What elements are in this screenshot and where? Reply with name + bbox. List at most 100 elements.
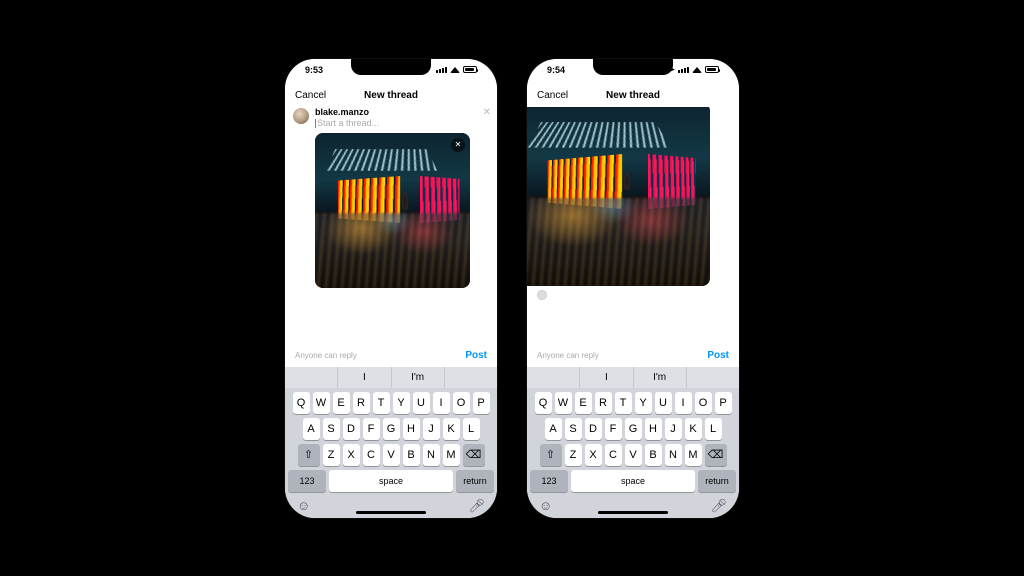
composer-area: blake.manzo Start a thread... ✕ ✕ Anyone bbox=[285, 107, 497, 367]
shift-key[interactable]: ⇧ bbox=[540, 444, 562, 466]
backspace-key[interactable]: ⌫ bbox=[705, 444, 727, 466]
key[interactable]: T bbox=[373, 392, 390, 414]
key[interactable]: X bbox=[585, 444, 602, 466]
key[interactable]: G bbox=[383, 418, 400, 440]
key[interactable]: A bbox=[303, 418, 320, 440]
notch bbox=[593, 59, 673, 75]
key[interactable]: O bbox=[453, 392, 470, 414]
key[interactable]: V bbox=[625, 444, 642, 466]
reply-setting[interactable]: Anyone can reply bbox=[295, 351, 357, 360]
key[interactable]: L bbox=[463, 418, 480, 440]
key[interactable]: O bbox=[695, 392, 712, 414]
suggestion[interactable]: I'm bbox=[634, 367, 687, 388]
numbers-key[interactable]: 123 bbox=[288, 470, 326, 492]
attached-image[interactable]: ✕ bbox=[315, 133, 470, 288]
key[interactable]: Z bbox=[565, 444, 582, 466]
key[interactable]: Y bbox=[393, 392, 410, 414]
key[interactable]: K bbox=[685, 418, 702, 440]
thread-input[interactable]: Start a thread... bbox=[315, 118, 489, 128]
key[interactable]: C bbox=[605, 444, 622, 466]
key-row-2: A S D F G H J K L bbox=[285, 414, 497, 440]
space-key[interactable]: space bbox=[329, 470, 453, 492]
mic-icon[interactable]: 🎤︎ bbox=[710, 498, 727, 514]
username-label: blake.manzo bbox=[315, 107, 489, 117]
cancel-button[interactable]: Cancel bbox=[295, 90, 326, 101]
page-title: New thread bbox=[364, 90, 418, 101]
key[interactable]: J bbox=[665, 418, 682, 440]
cancel-button[interactable]: Cancel bbox=[537, 90, 568, 101]
suggestion[interactable]: I bbox=[338, 367, 391, 388]
key[interactable]: V bbox=[383, 444, 400, 466]
post-button[interactable]: Post bbox=[707, 350, 729, 361]
add-thread-avatar[interactable] bbox=[537, 290, 547, 300]
reply-setting[interactable]: Anyone can reply bbox=[537, 351, 599, 360]
key[interactable]: S bbox=[565, 418, 582, 440]
mic-icon[interactable]: 🎤︎ bbox=[468, 498, 485, 514]
key[interactable]: H bbox=[403, 418, 420, 440]
key[interactable]: F bbox=[605, 418, 622, 440]
backspace-key[interactable]: ⌫ bbox=[463, 444, 485, 466]
key[interactable]: A bbox=[545, 418, 562, 440]
key[interactable]: Q bbox=[293, 392, 310, 414]
keyboard: I I'm Q W E R T Y U I O P A S D F G H J … bbox=[285, 367, 497, 518]
key[interactable]: D bbox=[585, 418, 602, 440]
key[interactable]: N bbox=[423, 444, 440, 466]
key[interactable]: P bbox=[715, 392, 732, 414]
suggestion[interactable] bbox=[527, 367, 580, 388]
key[interactable]: T bbox=[615, 392, 632, 414]
key[interactable]: D bbox=[343, 418, 360, 440]
key[interactable]: R bbox=[353, 392, 370, 414]
key[interactable]: Z bbox=[323, 444, 340, 466]
signal-icon bbox=[678, 67, 689, 73]
key[interactable]: U bbox=[655, 392, 672, 414]
suggestion[interactable] bbox=[445, 367, 497, 388]
attached-image[interactable] bbox=[527, 107, 710, 286]
suggestion[interactable] bbox=[285, 367, 338, 388]
key[interactable]: N bbox=[665, 444, 682, 466]
key[interactable]: C bbox=[363, 444, 380, 466]
key[interactable]: B bbox=[403, 444, 420, 466]
key[interactable]: E bbox=[333, 392, 350, 414]
key[interactable]: E bbox=[575, 392, 592, 414]
return-key[interactable]: return bbox=[698, 470, 736, 492]
emoji-icon[interactable]: ☺ bbox=[297, 498, 310, 514]
key[interactable]: Q bbox=[535, 392, 552, 414]
key[interactable]: J bbox=[423, 418, 440, 440]
key[interactable]: I bbox=[675, 392, 692, 414]
suggestion-bar: I I'm bbox=[285, 367, 497, 388]
return-key[interactable]: return bbox=[456, 470, 494, 492]
key[interactable]: M bbox=[685, 444, 702, 466]
key[interactable]: W bbox=[555, 392, 572, 414]
remove-attachment-icon[interactable]: ✕ bbox=[451, 138, 465, 152]
status-indicators bbox=[436, 66, 477, 73]
home-indicator[interactable] bbox=[598, 511, 668, 514]
key[interactable]: M bbox=[443, 444, 460, 466]
space-key[interactable]: space bbox=[571, 470, 695, 492]
key[interactable]: P bbox=[473, 392, 490, 414]
key[interactable]: K bbox=[443, 418, 460, 440]
key[interactable]: X bbox=[343, 444, 360, 466]
home-indicator[interactable] bbox=[356, 511, 426, 514]
key[interactable]: L bbox=[705, 418, 722, 440]
key[interactable]: H bbox=[645, 418, 662, 440]
key[interactable]: U bbox=[413, 392, 430, 414]
key[interactable]: R bbox=[595, 392, 612, 414]
suggestion[interactable]: I bbox=[580, 367, 633, 388]
key[interactable]: W bbox=[313, 392, 330, 414]
emoji-icon[interactable]: ☺ bbox=[539, 498, 552, 514]
key[interactable]: S bbox=[323, 418, 340, 440]
key[interactable]: F bbox=[363, 418, 380, 440]
key[interactable]: G bbox=[625, 418, 642, 440]
key[interactable]: I bbox=[433, 392, 450, 414]
suggestion[interactable]: I'm bbox=[392, 367, 445, 388]
status-time: 9:54 bbox=[547, 65, 565, 75]
key[interactable]: Y bbox=[635, 392, 652, 414]
suggestion[interactable] bbox=[687, 367, 739, 388]
key-row-bottom: 123 space return bbox=[285, 466, 497, 492]
dismiss-icon[interactable]: ✕ bbox=[483, 107, 491, 118]
post-button[interactable]: Post bbox=[465, 350, 487, 361]
numbers-key[interactable]: 123 bbox=[530, 470, 568, 492]
nav-bar: Cancel New thread bbox=[285, 85, 497, 107]
key[interactable]: B bbox=[645, 444, 662, 466]
shift-key[interactable]: ⇧ bbox=[298, 444, 320, 466]
